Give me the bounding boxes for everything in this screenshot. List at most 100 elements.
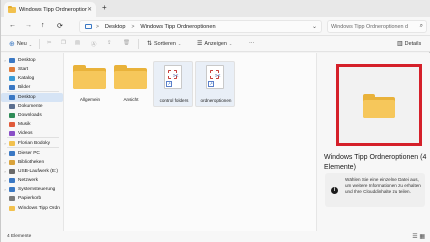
- sidebar-item[interactable]: › USB-Laufwerk (E:): [1, 167, 63, 176]
- sort-label: Sortieren: [154, 40, 176, 47]
- file-item[interactable]: Allgemein: [70, 61, 110, 107]
- cut-icon: ✂: [47, 40, 52, 46]
- folder-icon: [9, 206, 15, 211]
- refresh-button[interactable]: ⟳: [57, 22, 63, 30]
- user-folder-icon: [9, 141, 15, 146]
- up-button[interactable]: ↑: [41, 22, 45, 29]
- chevron-right-icon: >: [131, 23, 135, 30]
- recycle-bin-icon: [9, 196, 15, 201]
- home-icon: [9, 67, 15, 72]
- sidebar-item[interactable]: Start: [1, 65, 63, 74]
- file-item[interactable]: ✂ ↗ control folders: [153, 61, 193, 107]
- rename-icon: Ⓐ: [91, 42, 97, 48]
- file-item[interactable]: Ansicht: [111, 61, 151, 107]
- navigation-pane: › Desktop Start Katalog Bilder Desktop Dokumen…: [1, 53, 64, 231]
- chevron-right-icon: >: [96, 23, 99, 30]
- tab-current[interactable]: Windows Tipp Ordneroptionen ✕: [4, 2, 96, 17]
- share-button[interactable]: ⇪: [107, 40, 112, 46]
- view-label: Anzeigen: [204, 40, 227, 47]
- file-explorer-window: Windows Tipp Ordneroptionen ✕ + ← → ↑ ⟳ …: [0, 0, 430, 242]
- details-title: Windows Tipp Ordneroptionen (4 Elemente): [324, 154, 427, 171]
- rename-button[interactable]: Ⓐ: [91, 40, 96, 48]
- new-tab-button[interactable]: +: [102, 3, 107, 12]
- chevron-right-icon[interactable]: ›: [1, 178, 9, 183]
- chevron-down-icon[interactable]: ⌄: [312, 23, 317, 30]
- new-label: Neu: [16, 41, 27, 47]
- toolbar-divider: [39, 39, 40, 49]
- usb-drive-icon: [9, 169, 15, 174]
- file-list: Allgemein Ansicht ✂ ↗ control folders ✂ ↗ ordne…: [64, 53, 316, 231]
- sidebar-item-label: Desktop: [18, 95, 36, 100]
- chevron-right-icon[interactable]: ›: [1, 58, 9, 63]
- sidebar-item-label: Katalog: [18, 76, 35, 81]
- breadcrumb-current-folder[interactable]: Windows Tipp Ordneroptionen: [140, 24, 215, 30]
- folder-icon: [8, 5, 16, 13]
- file-name: control folders: [159, 98, 189, 103]
- details-pane-button[interactable]: ▥ Details: [397, 40, 421, 48]
- details-info-box: i Wählen Sie eine einzelne Datei aus, um…: [325, 173, 425, 207]
- sidebar-item[interactable]: › Netzwerk: [1, 176, 63, 185]
- view-icon: ☰: [197, 41, 203, 47]
- shortcut-icon: ✂ ↗: [164, 65, 182, 89]
- breadcrumb[interactable]: > Desktop > Windows Tipp Ordneroptionen …: [79, 20, 322, 33]
- file-name: Ansicht: [123, 97, 139, 102]
- details-pane: Windows Tipp Ordneroptionen (4 Elemente)…: [316, 53, 430, 231]
- sidebar-item-label: Dieser PC: [18, 151, 40, 156]
- more-options-button[interactable]: ···: [249, 40, 254, 46]
- chevron-right-icon[interactable]: ›: [1, 169, 9, 174]
- view-toggle-icons[interactable]: ☰ ▦: [412, 233, 425, 240]
- delete-button[interactable]: 🗑: [123, 40, 130, 46]
- copy-button[interactable]: ❐: [61, 40, 66, 46]
- sidebar-item[interactable]: Musik: [1, 120, 63, 129]
- documents-icon: [9, 104, 15, 109]
- shortcut-icon: ✂ ↗: [206, 65, 224, 89]
- title-bar: Windows Tipp Ordneroptionen ✕ +: [1, 0, 430, 17]
- sidebar-item[interactable]: Papierkorb: [1, 194, 63, 203]
- chevron-right-icon[interactable]: ›: [1, 187, 9, 192]
- view-button[interactable]: ☰ Anzeigen ⌄: [197, 40, 233, 48]
- downloads-icon: [9, 113, 15, 118]
- paste-button[interactable]: ▤: [75, 40, 80, 46]
- file-item[interactable]: ✂ ↗ ordneroptionen: [195, 61, 235, 107]
- pictures-icon: [9, 85, 15, 90]
- new-button[interactable]: ⊕ Neu ⌄: [9, 40, 32, 48]
- chevron-right-icon[interactable]: ›: [1, 151, 9, 156]
- sidebar-item[interactable]: Windows Tipp Ordn: [1, 204, 63, 213]
- copy-icon: ❐: [61, 40, 66, 46]
- sidebar-item-label: USB-Laufwerk (E:): [18, 169, 58, 174]
- sidebar-item[interactable]: › Systemsteuerung: [1, 185, 63, 194]
- chevron-down-icon: ⌄: [228, 41, 233, 46]
- sidebar-item[interactable]: Katalog: [1, 74, 63, 83]
- sidebar-divider: [7, 91, 59, 92]
- command-bar: ⊕ Neu ⌄ ✂ ❐ ▤ Ⓐ ⇪ 🗑 ⇅ Sortieren ⌄ ☰ Anze…: [1, 36, 430, 52]
- forward-button[interactable]: →: [25, 22, 32, 29]
- sidebar-item-label: Musik: [18, 122, 31, 127]
- chevron-right-icon[interactable]: ›: [1, 141, 9, 146]
- breadcrumb-desktop[interactable]: Desktop: [105, 24, 126, 30]
- close-icon[interactable]: ✕: [87, 6, 92, 13]
- desktop-icon: [9, 58, 15, 63]
- chevron-right-icon[interactable]: ›: [1, 160, 9, 165]
- sort-button[interactable]: ⇅ Sortieren ⌄: [147, 40, 182, 48]
- sidebar-item[interactable]: Desktop: [1, 93, 63, 102]
- sidebar-item[interactable]: › Dieser PC: [1, 149, 63, 158]
- sidebar-item[interactable]: › Bibliotheken: [1, 158, 63, 167]
- toolbar-divider: [138, 39, 139, 49]
- item-count: 4 Elemente: [7, 234, 32, 239]
- chevron-down-icon: ⌄: [28, 41, 33, 47]
- sidebar-item-label: Florian Bodoky: [18, 141, 50, 146]
- chevron-down-icon: ⌄: [177, 41, 182, 46]
- sidebar-item-label: Papierkorb: [18, 196, 42, 201]
- search-input[interactable]: Windows Tipp Ordneroptionen d ⌕: [327, 20, 427, 33]
- back-button[interactable]: ←: [9, 22, 16, 29]
- search-placeholder: Windows Tipp Ordneroptionen d: [331, 23, 409, 30]
- monitor-icon: [85, 24, 92, 29]
- address-row: ← → ↑ ⟳ > Desktop > Windows Tipp Ordnero…: [1, 17, 430, 36]
- sidebar-item[interactable]: Downloads: [1, 111, 63, 120]
- cut-button[interactable]: ✂: [47, 40, 52, 46]
- pc-icon: [9, 151, 15, 156]
- preview-highlight-frame: [336, 64, 422, 146]
- sidebar-item[interactable]: › Desktop: [1, 56, 63, 65]
- sidebar-item[interactable]: Dokumente: [1, 102, 63, 111]
- sort-icon: ⇅: [147, 41, 153, 47]
